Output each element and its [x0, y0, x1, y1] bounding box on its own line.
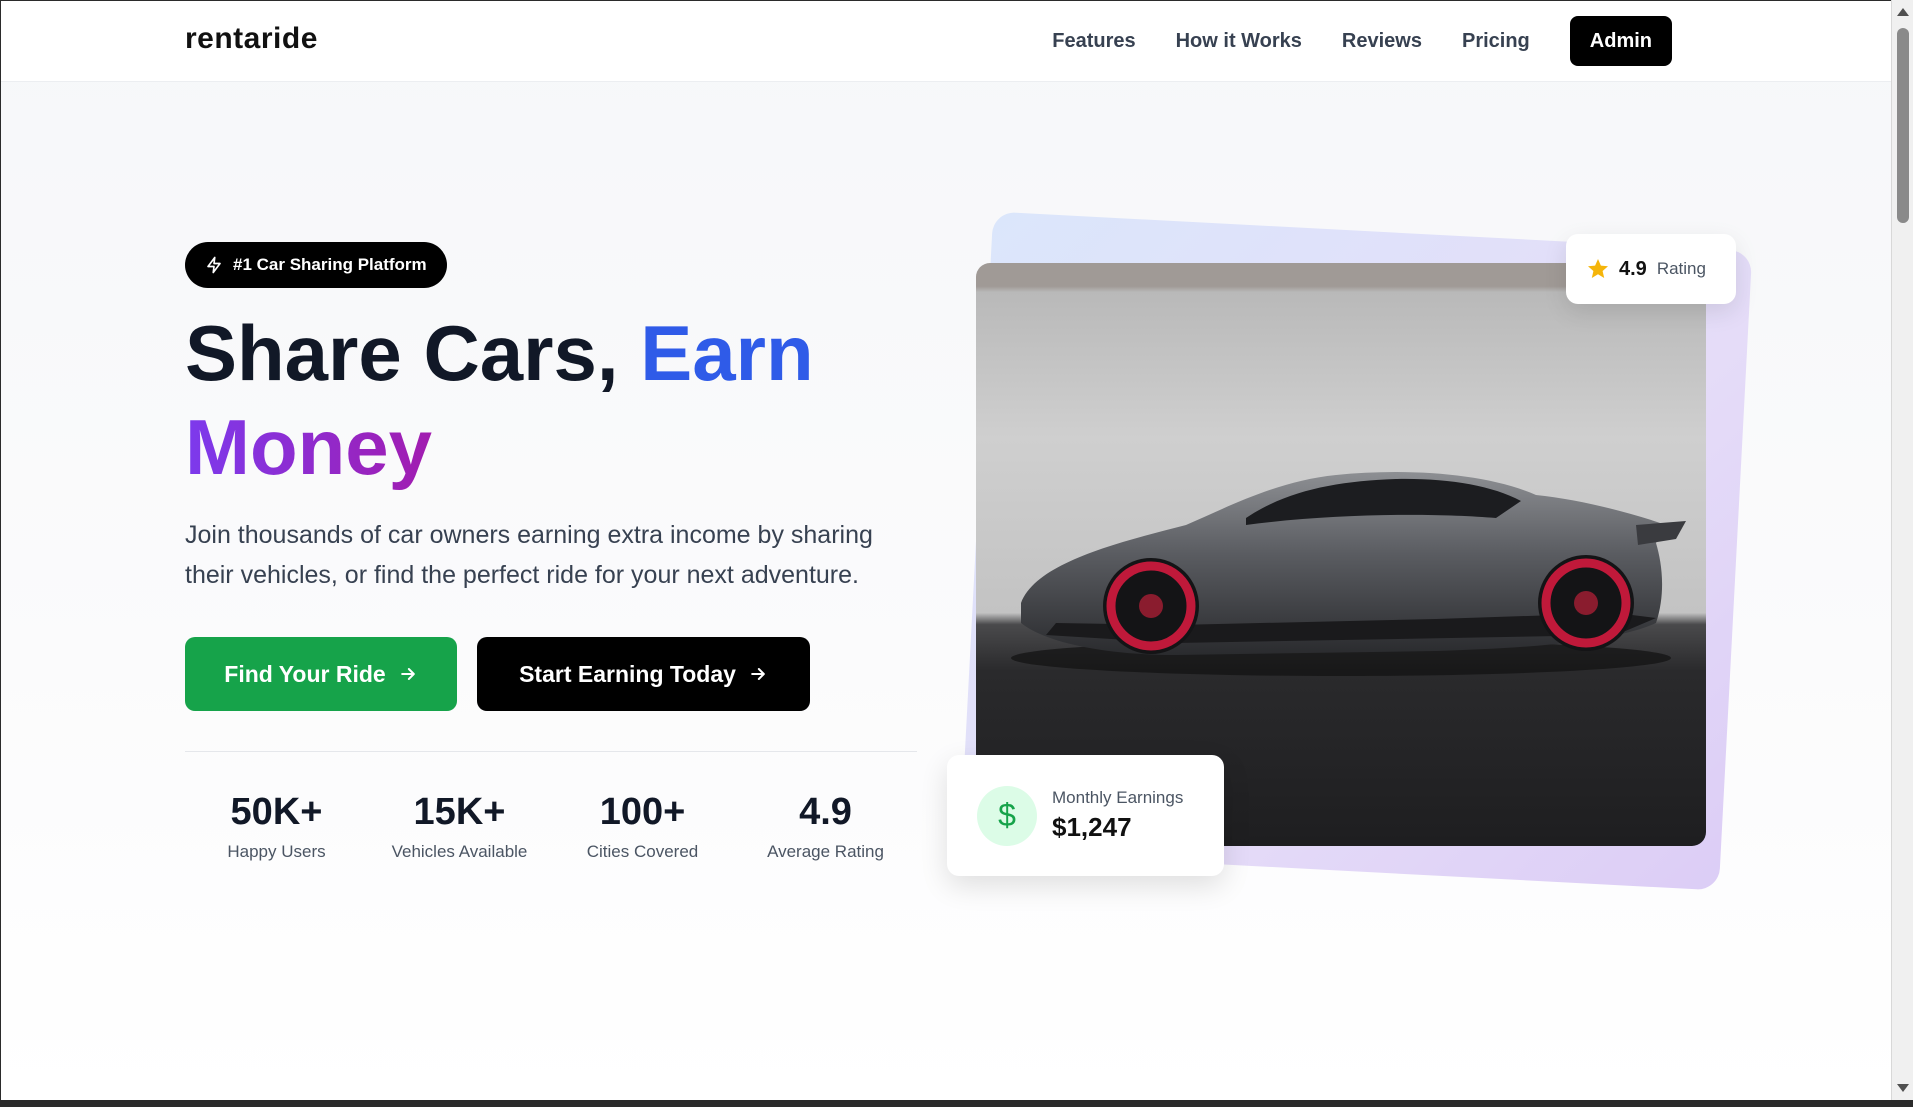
nav-links: Features How it Works Reviews Pricing Ad… [1012, 16, 1672, 66]
stat-value: 100+ [599, 791, 686, 833]
star-icon [1588, 259, 1608, 278]
stat-item: 4.9 Average Rating [734, 791, 917, 862]
vertical-scrollbar[interactable] [1891, 0, 1913, 1100]
admin-button[interactable]: Admin [1569, 16, 1672, 66]
platform-badge: #1 Car Sharing Platform [185, 242, 447, 288]
stats-divider [185, 751, 917, 752]
scroll-up-arrow-icon[interactable] [1897, 8, 1909, 16]
scroll-thumb[interactable] [1897, 28, 1909, 223]
nav-link-features[interactable]: Features [1052, 30, 1135, 53]
window-bottom-border [0, 1100, 1913, 1107]
arrow-right-icon [400, 668, 415, 680]
nav-link-reviews[interactable]: Reviews [1342, 30, 1422, 53]
hero-subtitle: Join thousands of car owners earning ext… [185, 521, 873, 589]
rating-value: 4.9 [1619, 257, 1647, 280]
headline-part-3: Money [185, 403, 433, 491]
headline-part-2: Earn [640, 309, 814, 397]
rating-card: 4.9 Rating [1566, 234, 1736, 304]
arrow-right-icon [751, 668, 765, 680]
stat-item: 50K+ Happy Users [185, 791, 368, 862]
stat-label: Happy Users [227, 842, 326, 861]
earnings-value: $1,247 [1052, 812, 1132, 842]
stat-value: 4.9 [799, 791, 852, 833]
brand-logo[interactable]: rentaride [185, 22, 318, 56]
start-earning-label: Start Earning Today [519, 660, 736, 687]
headline-part-1: Share Cars, [185, 309, 641, 397]
earnings-label: Monthly Earnings [1052, 788, 1184, 807]
stats-row: 50K+ Happy Users 15K+ Vehicles Available… [185, 791, 917, 862]
stat-label: Cities Covered [586, 842, 699, 861]
stat-item: 100+ Cities Covered [551, 791, 734, 862]
dollar-icon: $ [977, 785, 1037, 846]
top-navbar: rentaride Features How it Works Reviews … [1, 1, 1891, 82]
nav-link-how-it-works[interactable]: How it Works [1176, 30, 1302, 53]
nav-link-pricing[interactable]: Pricing [1462, 30, 1530, 53]
lightning-icon [207, 256, 221, 274]
scroll-down-arrow-icon[interactable] [1897, 1084, 1909, 1092]
monthly-earnings-card: $ Monthly Earnings $1,247 [947, 755, 1224, 876]
stat-value: 50K+ [230, 791, 323, 833]
stat-item: 15K+ Vehicles Available [368, 791, 551, 862]
hero-headline: Share Cars, Earn Money [185, 306, 945, 494]
page-viewport: rentaride Features How it Works Reviews … [0, 0, 1891, 1100]
rating-label: Rating [1656, 259, 1706, 278]
earnings-text: Monthly Earnings $1,247 [1052, 788, 1183, 843]
find-your-ride-label: Find Your Ride [224, 660, 386, 687]
start-earning-button[interactable]: Start Earning Today [477, 637, 810, 711]
stat-value: 15K+ [413, 791, 506, 833]
stat-label: Average Rating [767, 842, 884, 861]
badge-label: #1 Car Sharing Platform [233, 255, 427, 274]
stat-label: Vehicles Available [391, 842, 528, 861]
find-your-ride-button[interactable]: Find Your Ride [185, 637, 457, 711]
